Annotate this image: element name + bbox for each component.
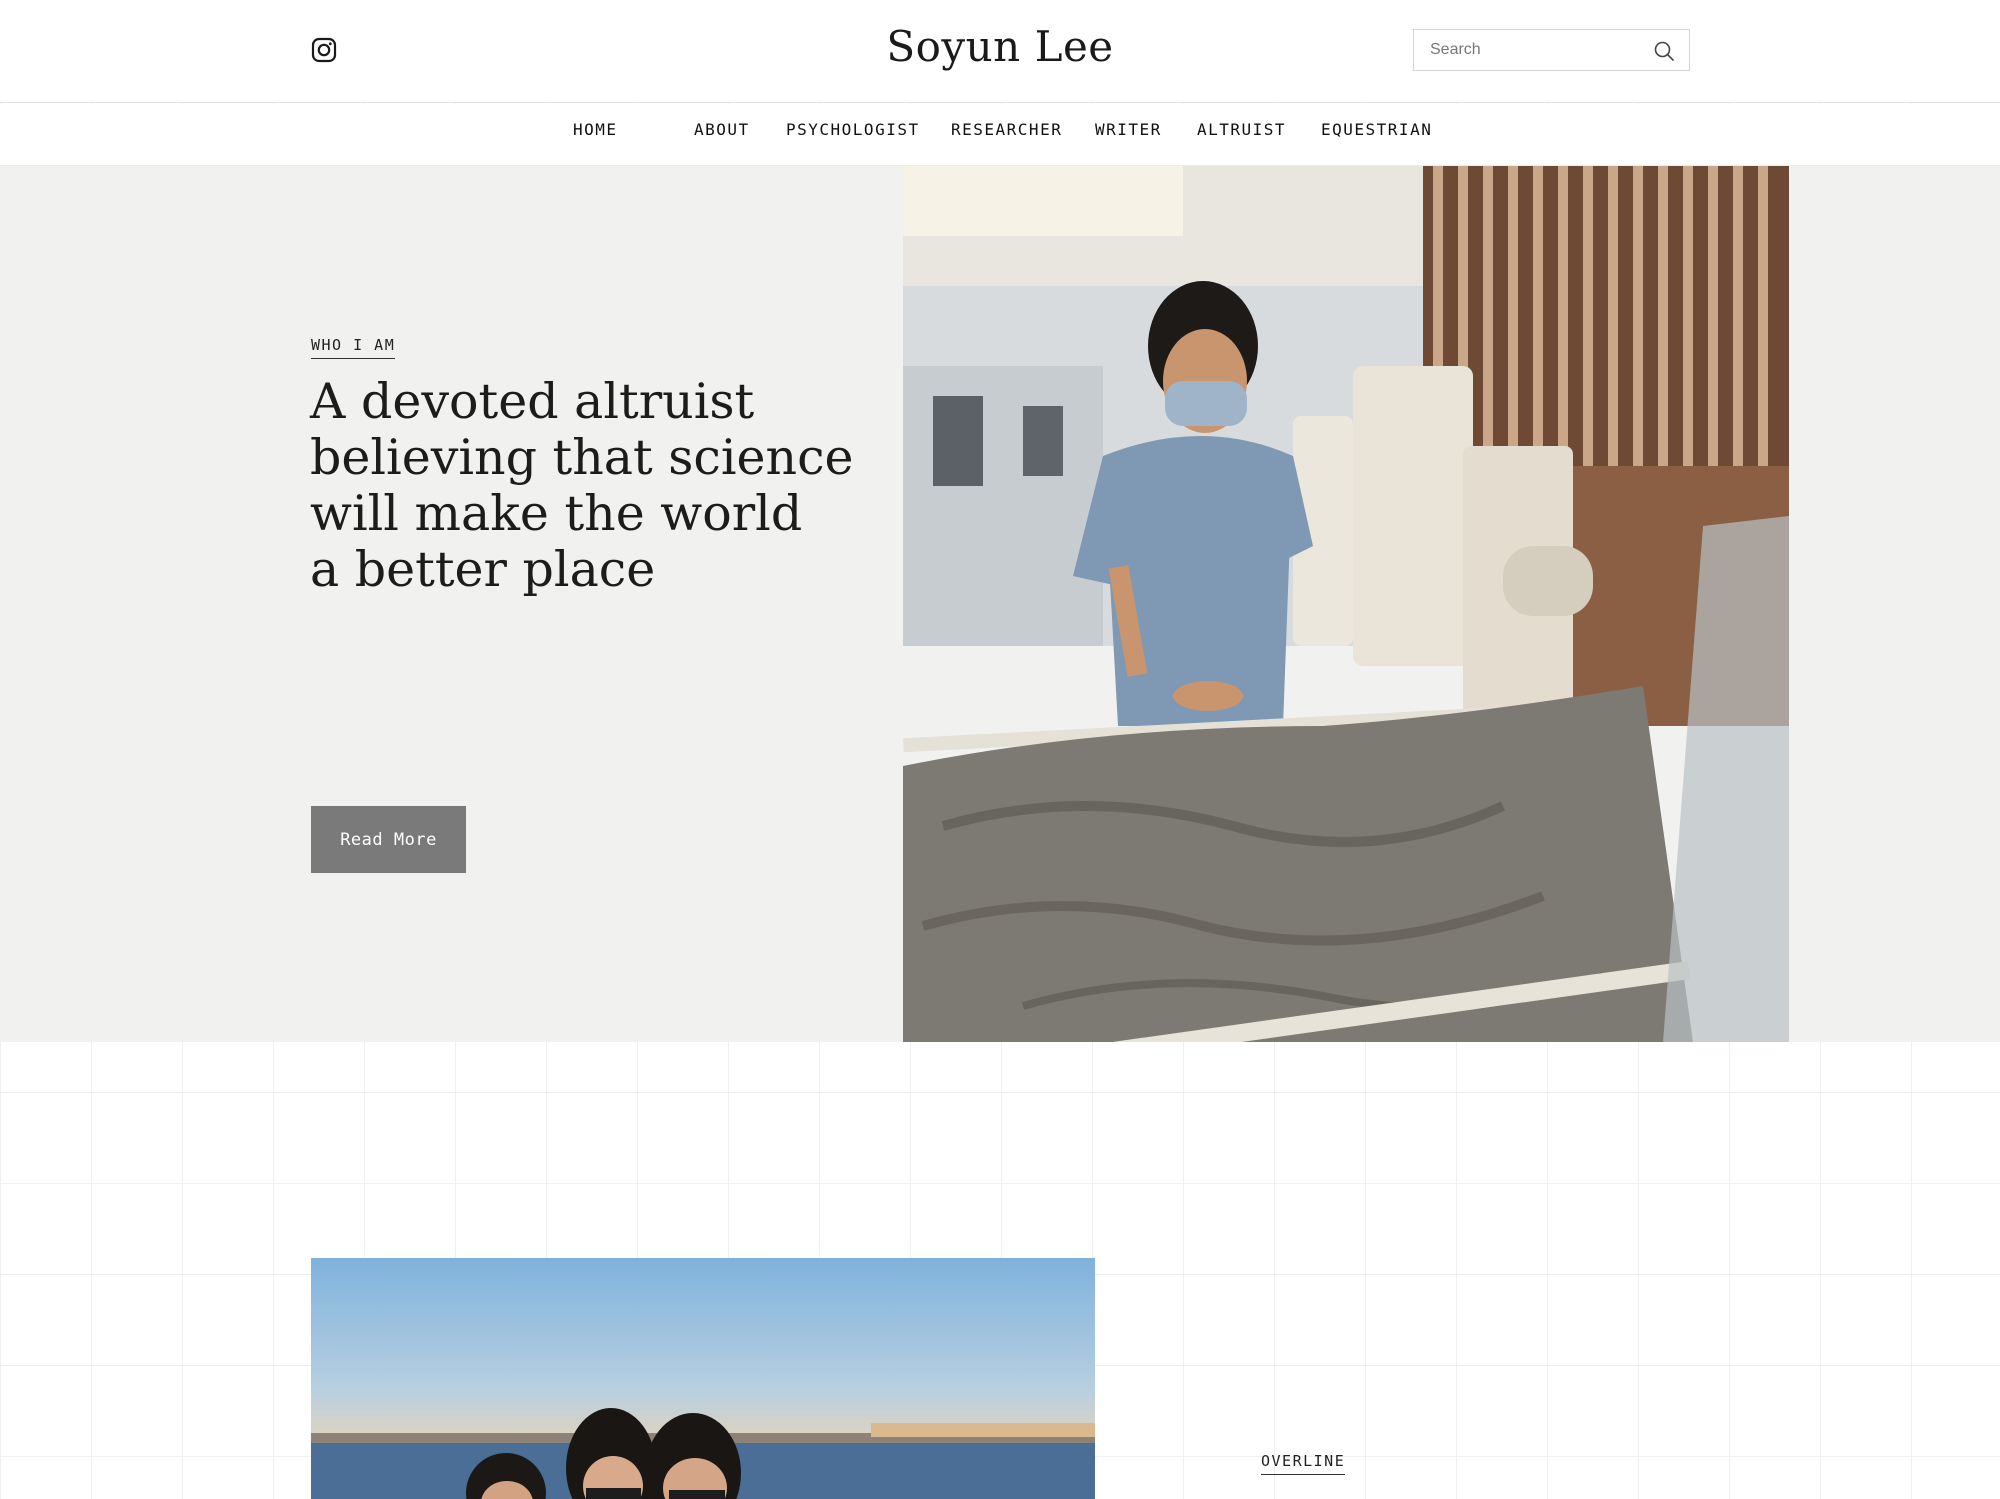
hero-overline: WHO I AM (311, 336, 396, 359)
read-more-button[interactable]: Read More (311, 806, 466, 873)
hero-title: A devoted altruist believing that scienc… (310, 374, 870, 598)
hero-title-line: A devoted altruist (310, 373, 755, 430)
site-header: Soyun Lee (0, 0, 2000, 103)
nav-item-equestrian[interactable]: EQUESTRIAN (1321, 120, 1432, 139)
hero-photo (903, 166, 1789, 1042)
main-nav: HOME ABOUT PSYCHOLOGIST RESEARCHER WRITE… (0, 104, 2000, 166)
section-overline: OVERLINE (1261, 1452, 1346, 1475)
group-photo (311, 1258, 1095, 1499)
nav-item-home[interactable]: HOME (573, 120, 618, 139)
hero-section: WHO I AM A devoted altruist believing th… (0, 166, 2000, 1042)
nav-item-psychologist[interactable]: PSYCHOLOGIST (786, 120, 920, 139)
search-icon[interactable] (1653, 40, 1675, 62)
nav-item-altruist[interactable]: ALTRUIST (1197, 120, 1286, 139)
search-input[interactable] (1414, 30, 1644, 70)
nav-item-writer[interactable]: WRITER (1095, 120, 1162, 139)
nav-item-researcher[interactable]: RESEARCHER (951, 120, 1062, 139)
search-box[interactable] (1413, 29, 1690, 71)
hero-title-line: a better place (310, 541, 656, 598)
nav-item-about[interactable]: ABOUT (694, 120, 750, 139)
site-title[interactable]: Soyun Lee (0, 22, 2000, 71)
hero-title-line: will make the world (310, 485, 803, 542)
hero-title-line: believing that science (310, 429, 854, 486)
